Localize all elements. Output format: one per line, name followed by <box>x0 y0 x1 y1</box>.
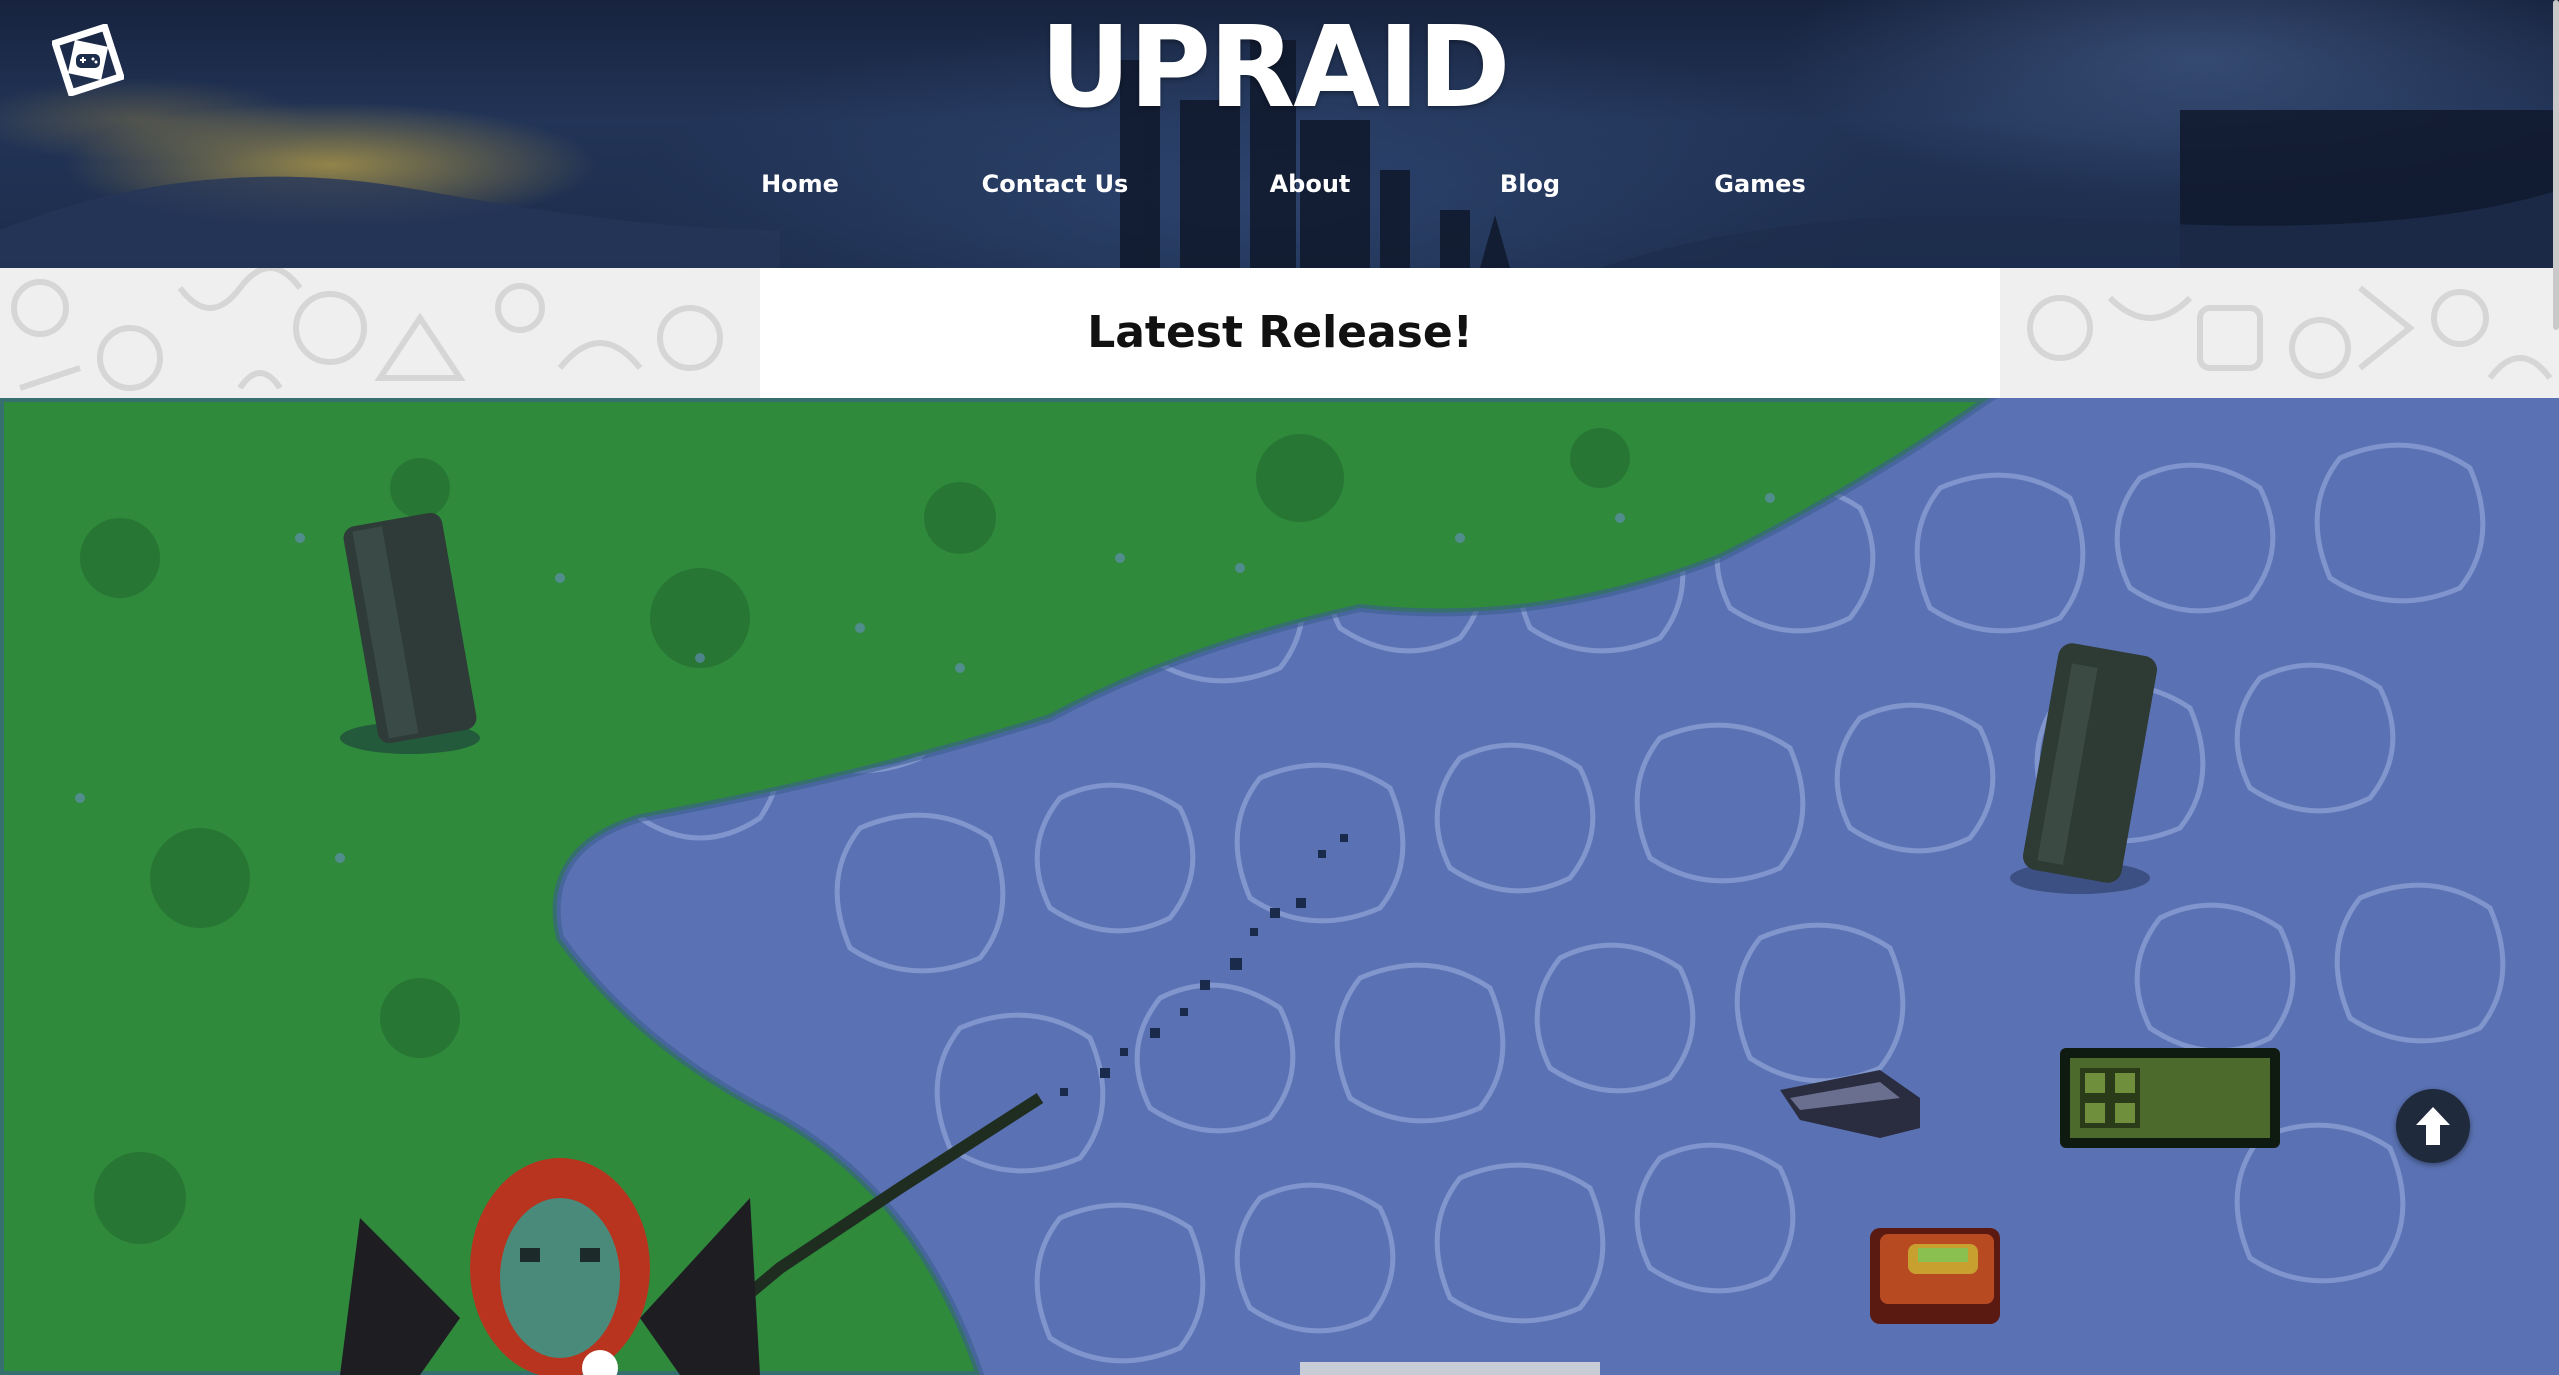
game-video[interactable] <box>0 398 2559 1375</box>
game-scene <box>0 398 2559 1375</box>
pickup-launcher <box>2060 1048 2280 1148</box>
nav-home[interactable]: Home <box>740 164 860 204</box>
pickup-chest <box>1870 1228 2000 1324</box>
latest-release-banner: Latest Release! <box>0 268 2559 398</box>
page-scrollbar[interactable] <box>2553 0 2559 330</box>
main-nav: Home Contact Us About Blog Games <box>0 164 2559 204</box>
doodle-pattern-right <box>2000 268 2559 398</box>
arrow-up-icon <box>2416 1107 2450 1145</box>
site-title[interactable]: UPRAID <box>1040 8 1511 128</box>
scroll-to-top-button[interactable] <box>2396 1089 2470 1163</box>
nav-about[interactable]: About <box>1250 164 1370 204</box>
page: UPRAID Home Contact Us About Blog Games <box>0 0 2559 1375</box>
latest-release-heading: Latest Release! <box>1087 307 1473 358</box>
site-logo[interactable] <box>50 22 126 98</box>
gamepad-icon <box>50 22 126 98</box>
nav-blog[interactable]: Blog <box>1480 164 1580 204</box>
doodle-pattern-left <box>0 268 760 398</box>
site-header: UPRAID Home Contact Us About Blog Games <box>0 0 2559 268</box>
nav-games[interactable]: Games <box>1700 164 1820 204</box>
nav-contact-us[interactable]: Contact Us <box>980 164 1130 204</box>
